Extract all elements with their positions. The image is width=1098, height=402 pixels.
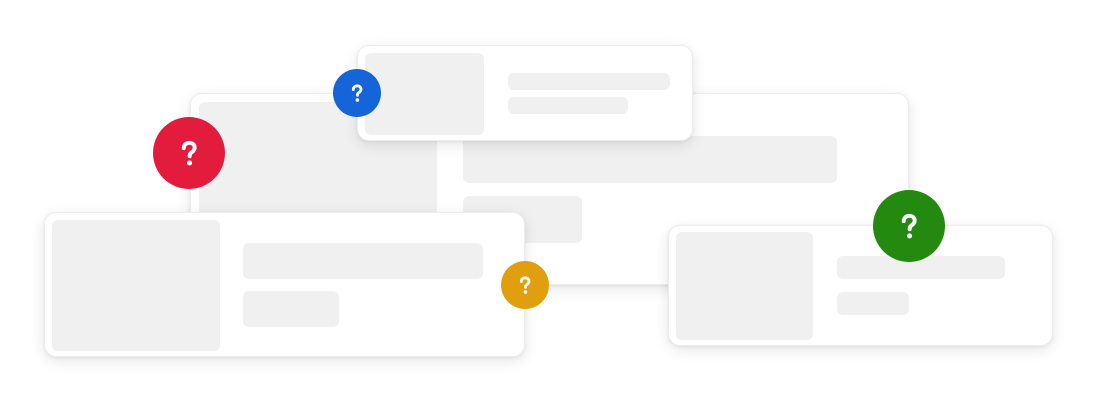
card-subtitle-placeholder — [508, 97, 628, 114]
card-subtitle-placeholder — [243, 291, 339, 327]
right-card — [668, 225, 1053, 346]
card-title-placeholder — [508, 73, 670, 90]
card-title-placeholder — [243, 243, 483, 279]
card-image-placeholder — [52, 220, 220, 351]
question-mark-icon — [873, 190, 945, 262]
top-card — [357, 45, 693, 141]
card-title-placeholder — [463, 136, 837, 183]
question-mark-icon — [333, 69, 381, 117]
card-image-placeholder — [676, 232, 813, 340]
card-image-placeholder — [365, 53, 484, 135]
bottom-left-card — [44, 212, 525, 357]
card-subtitle-placeholder — [837, 292, 909, 315]
question-mark-icon — [501, 261, 549, 309]
question-mark-icon — [153, 117, 225, 189]
